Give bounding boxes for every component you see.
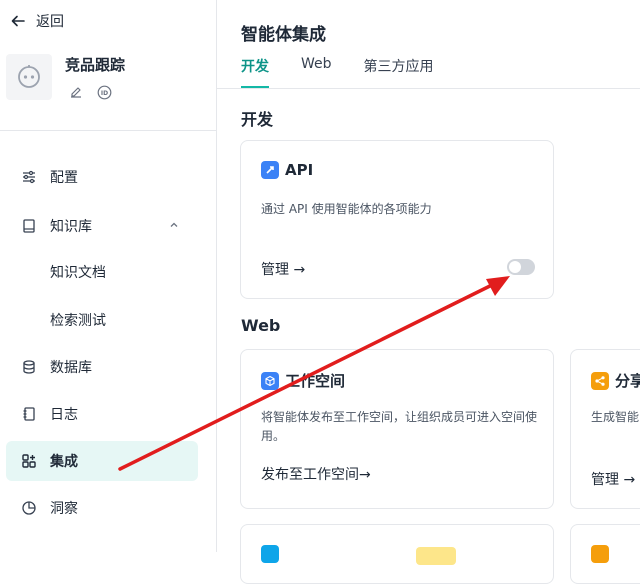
sidebar-item-logs[interactable]: 日志 xyxy=(6,394,198,434)
share-icon xyxy=(591,371,609,390)
share-card-title: 分享 xyxy=(615,372,640,390)
sidebar-divider xyxy=(0,130,216,131)
toggle-knob xyxy=(509,261,521,273)
arrow-left-icon xyxy=(11,15,25,27)
api-card-title: API xyxy=(285,161,314,179)
share-manage-link[interactable]: 管理 → xyxy=(591,469,635,489)
sidebar-item-label: 检索测试 xyxy=(50,313,106,329)
edit-icon[interactable] xyxy=(68,84,84,100)
workspace-card-header: 工作空间 xyxy=(261,370,345,391)
agent-tools: ID xyxy=(68,84,112,100)
tab-third-party[interactable]: 第三方应用 xyxy=(364,56,434,88)
sidebar-item-database[interactable]: 数据库 xyxy=(6,347,198,387)
sidebar-item-integration[interactable]: 集成 xyxy=(6,441,198,481)
api-icon xyxy=(261,161,279,179)
svg-text:ID: ID xyxy=(100,90,107,97)
api-toggle[interactable] xyxy=(507,259,535,275)
tab-bar: 开发 Web 第三方应用 xyxy=(241,56,466,88)
tabs-divider xyxy=(217,88,640,89)
api-card-header: API xyxy=(261,161,313,179)
back-label: 返回 xyxy=(36,14,64,30)
api-card-desc: 通过 API 使用智能体的各项能力 xyxy=(261,202,432,216)
api-card: API 通过 API 使用智能体的各项能力 管理 → xyxy=(240,140,554,299)
publish-workspace-link[interactable]: 发布至工作空间→ xyxy=(261,464,371,484)
status-badge xyxy=(416,547,456,565)
section-title-develop: 开发 xyxy=(241,110,274,129)
tab-develop[interactable]: 开发 xyxy=(241,56,269,88)
main-content: 智能体集成 开发 Web 第三方应用 开发 API 通过 API 使用智能体的各… xyxy=(217,0,640,584)
sidebar: 返回 竞品跟踪 ID 配置 知识库 知识文档 检索测试 数据库 日志 集成 洞察 xyxy=(0,0,217,552)
sidebar-item-label: 日志 xyxy=(50,407,78,423)
sidebar-item-knowledge-docs[interactable]: 知识文档 xyxy=(6,252,198,292)
back-button[interactable]: 返回 xyxy=(10,10,64,32)
book-icon xyxy=(20,217,38,235)
sidebar-item-label: 数据库 xyxy=(50,360,92,376)
sidebar-item-insight[interactable]: 洞察 xyxy=(6,488,198,528)
api-manage-link[interactable]: 管理 → xyxy=(261,259,305,279)
sidebar-item-label: 集成 xyxy=(50,454,78,470)
database-icon xyxy=(20,358,38,376)
share-card-header: 分享 xyxy=(591,370,640,391)
sidebar-item-label: 知识文档 xyxy=(50,265,106,281)
workspace-card-title: 工作空间 xyxy=(285,372,346,390)
agent-avatar xyxy=(6,54,52,100)
app-icon xyxy=(591,545,609,563)
workspace-card-desc: 将智能体发布至工作空间，让组织成员可进入空间使用。 xyxy=(261,410,538,443)
page-title: 智能体集成 xyxy=(241,25,326,45)
workspace-card: 工作空间 将智能体发布至工作空间，让组织成员可进入空间使用。 发布至工作空间→ xyxy=(240,349,554,509)
sidebar-item-retrieval-test[interactable]: 检索测试 xyxy=(6,300,198,340)
agent-name: 竞品跟踪 xyxy=(65,56,126,74)
pie-chart-icon xyxy=(20,499,38,517)
sidebar-item-knowledge[interactable]: 知识库 xyxy=(6,206,198,246)
grid-plus-icon xyxy=(20,452,38,470)
sidebar-item-label: 知识库 xyxy=(50,219,92,235)
sidebar-item-label: 洞察 xyxy=(50,501,78,517)
sidebar-item-config[interactable]: 配置 xyxy=(6,157,198,197)
log-icon xyxy=(20,405,38,423)
ai-search-card xyxy=(240,524,554,584)
tab-web[interactable]: Web xyxy=(301,56,332,88)
bottom-right-card xyxy=(570,524,640,584)
search-app-icon xyxy=(261,545,279,563)
chevron-up-icon[interactable] xyxy=(168,219,180,231)
sidebar-item-label: 配置 xyxy=(50,170,78,186)
cube-icon xyxy=(261,371,279,390)
share-card: 分享 生成智能 管理 → xyxy=(570,349,640,509)
id-icon[interactable]: ID xyxy=(96,84,112,100)
share-card-desc: 生成智能 xyxy=(591,410,640,424)
sliders-icon xyxy=(20,168,38,186)
section-title-web: Web xyxy=(241,316,281,335)
robot-icon xyxy=(18,65,40,88)
